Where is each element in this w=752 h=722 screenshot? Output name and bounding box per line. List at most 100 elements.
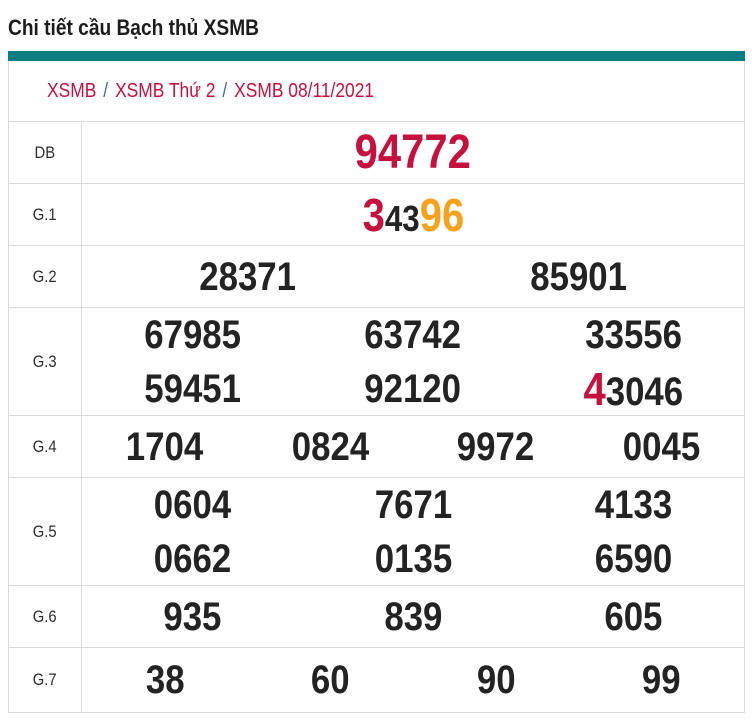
prize-value-segment: 605 bbox=[604, 594, 663, 639]
prize-value-segment: 67985 bbox=[143, 313, 241, 358]
prize-value: 92120 bbox=[365, 369, 462, 409]
prize-row-db: DB 94772 bbox=[9, 122, 744, 185]
prize-value-cell: 94772 bbox=[82, 122, 744, 183]
prize-value-segment: 38 bbox=[145, 658, 185, 703]
prize-value-cell: 99 bbox=[579, 648, 745, 712]
prize-row-g7: G.7 38 60 90 99 bbox=[9, 648, 744, 713]
breadcrumb-link-0[interactable]: XSMB bbox=[47, 80, 96, 102]
prize-value-line: 34396 bbox=[82, 184, 744, 245]
prize-value: 9972 bbox=[457, 427, 534, 467]
prize-value-segment: 3046 bbox=[606, 369, 684, 414]
prize-value-cell: 0604 bbox=[82, 478, 303, 532]
prize-label: G.7 bbox=[9, 648, 82, 713]
accent-bar bbox=[8, 51, 745, 62]
prize-value-line: 94772 bbox=[82, 122, 744, 183]
prize-value-cell: 1704 bbox=[82, 416, 248, 477]
prize-row-g1: G.1 34396 bbox=[9, 184, 744, 247]
prize-value-segment: 839 bbox=[383, 594, 443, 639]
prize-values: 935 839 605 bbox=[82, 586, 744, 647]
prize-value: 1704 bbox=[126, 427, 203, 467]
prize-value-cell: 7671 bbox=[303, 478, 524, 532]
prize-value-cell: 0135 bbox=[303, 532, 524, 586]
prize-value: 60 bbox=[311, 660, 350, 700]
prize-value-line: 935 839 605 bbox=[82, 586, 744, 647]
prize-value-segment: 6590 bbox=[594, 536, 673, 581]
prize-row-g6: G.6 935 839 605 bbox=[9, 586, 744, 649]
prize-value-segment: 935 bbox=[163, 594, 222, 639]
breadcrumb-items: XSMB / XSMB Thứ 2 / XSMB 08/11/2021 bbox=[47, 80, 374, 103]
prize-value-segment: 0045 bbox=[622, 424, 700, 469]
prize-values: 67985 63742 33556 59451 92120 43046 bbox=[82, 308, 744, 415]
prize-label-text: G.2 bbox=[33, 266, 57, 286]
prize-value-line: 28371 85901 bbox=[82, 246, 744, 307]
prize-values: 28371 85901 bbox=[82, 246, 744, 307]
prize-value-segment: 63742 bbox=[364, 313, 462, 358]
prize-value-segment: 0604 bbox=[153, 483, 232, 528]
page: Chi tiết cầu Bạch thủ XSMB XSMB / XSMB Thứ… bbox=[0, 0, 752, 714]
breadcrumb: XSMB / XSMB Thứ 2 / XSMB 08/11/2021 bbox=[9, 61, 744, 123]
prize-value-line: 0604 7671 4133 bbox=[82, 478, 744, 532]
prize-value-cell: 605 bbox=[523, 586, 744, 647]
prize-value-cell: 34396 bbox=[82, 184, 744, 245]
prize-value-segment: 0662 bbox=[153, 536, 232, 581]
prize-label-text: G.7 bbox=[33, 670, 57, 690]
prize-value: 38 bbox=[145, 660, 184, 700]
prize-value-segment: 60 bbox=[310, 658, 350, 703]
page-title: Chi tiết cầu Bạch thủ XSMB bbox=[8, 0, 745, 52]
prize-value: 28371 bbox=[199, 257, 296, 297]
prize-values: 34396 bbox=[82, 184, 744, 245]
prize-value: 4133 bbox=[595, 485, 672, 525]
prize-value-segment: 4 bbox=[583, 362, 607, 415]
prize-value-line: 59451 92120 43046 bbox=[82, 362, 744, 416]
prize-value: 90 bbox=[476, 660, 515, 700]
prize-value-line: 0662 0135 6590 bbox=[82, 532, 744, 586]
prize-value-cell: 85901 bbox=[413, 246, 744, 307]
prize-values: 94772 bbox=[82, 122, 744, 183]
prize-value-cell: 0045 bbox=[579, 416, 745, 477]
prize-row-g2: G.2 28371 85901 bbox=[9, 246, 744, 309]
breadcrumb-link-1[interactable]: XSMB Thứ 2 bbox=[115, 80, 215, 102]
prize-value: 605 bbox=[605, 597, 663, 637]
prize-label-text: G.1 bbox=[33, 204, 57, 224]
prize-label: G.3 bbox=[9, 308, 82, 416]
prize-value-segment: 90 bbox=[476, 658, 516, 703]
prize-label: DB bbox=[9, 122, 82, 184]
prize-value-cell: 90 bbox=[413, 648, 579, 712]
prize-value-segment: 7671 bbox=[374, 483, 452, 528]
prize-value: 59451 bbox=[144, 369, 241, 409]
page-title-text: Chi tiết cầu Bạch thủ XSMB bbox=[8, 15, 259, 40]
prize-label: G.6 bbox=[9, 586, 82, 648]
prize-label-text: G.3 bbox=[33, 351, 57, 371]
prize-value: 839 bbox=[384, 597, 442, 637]
prize-value-segment: 96 bbox=[419, 188, 464, 241]
prize-value: 85901 bbox=[530, 257, 627, 297]
prize-value-cell: 92120 bbox=[303, 362, 524, 416]
prize-value-segment: 4133 bbox=[594, 483, 673, 528]
prize-value: 0824 bbox=[292, 427, 369, 467]
prize-value-segment: 0824 bbox=[291, 424, 369, 469]
prize-value-segment: 28371 bbox=[199, 254, 296, 299]
prize-value-segment: 0135 bbox=[374, 536, 452, 581]
prize-value-cell: 33556 bbox=[523, 308, 744, 362]
breadcrumb-separator: / bbox=[103, 79, 109, 102]
prize-value-line: 67985 63742 33556 bbox=[82, 308, 744, 362]
prize-value-cell: 4133 bbox=[523, 478, 744, 532]
prize-value-cell: 59451 bbox=[82, 362, 303, 416]
prize-label-text: DB bbox=[34, 142, 56, 162]
prize-label-text: G.6 bbox=[33, 606, 57, 626]
prize-value-segment: 43 bbox=[384, 197, 420, 239]
prize-value-cell: 67985 bbox=[82, 308, 303, 362]
prize-value-segment: 9972 bbox=[457, 424, 535, 469]
prize-value: 34396 bbox=[362, 192, 464, 238]
prize-value-line: 38 60 90 99 bbox=[82, 648, 744, 712]
prize-value-segment: 59451 bbox=[143, 366, 241, 411]
prize-value: 63742 bbox=[365, 315, 462, 355]
prize-value: 43046 bbox=[584, 366, 684, 412]
prize-label: G.2 bbox=[9, 246, 82, 308]
prize-value-cell: 935 bbox=[82, 586, 303, 647]
prize-label: G.1 bbox=[9, 184, 82, 246]
prize-table: DB 94772 G.1 34396 G.2 28371 85901 G.3 67985 6374… bbox=[9, 122, 745, 713]
prize-label-text: G.5 bbox=[33, 521, 57, 541]
prize-row-g4: G.4 1704 0824 9972 0045 bbox=[9, 416, 745, 479]
breadcrumb-link-2[interactable]: XSMB 08/11/2021 bbox=[234, 80, 374, 102]
